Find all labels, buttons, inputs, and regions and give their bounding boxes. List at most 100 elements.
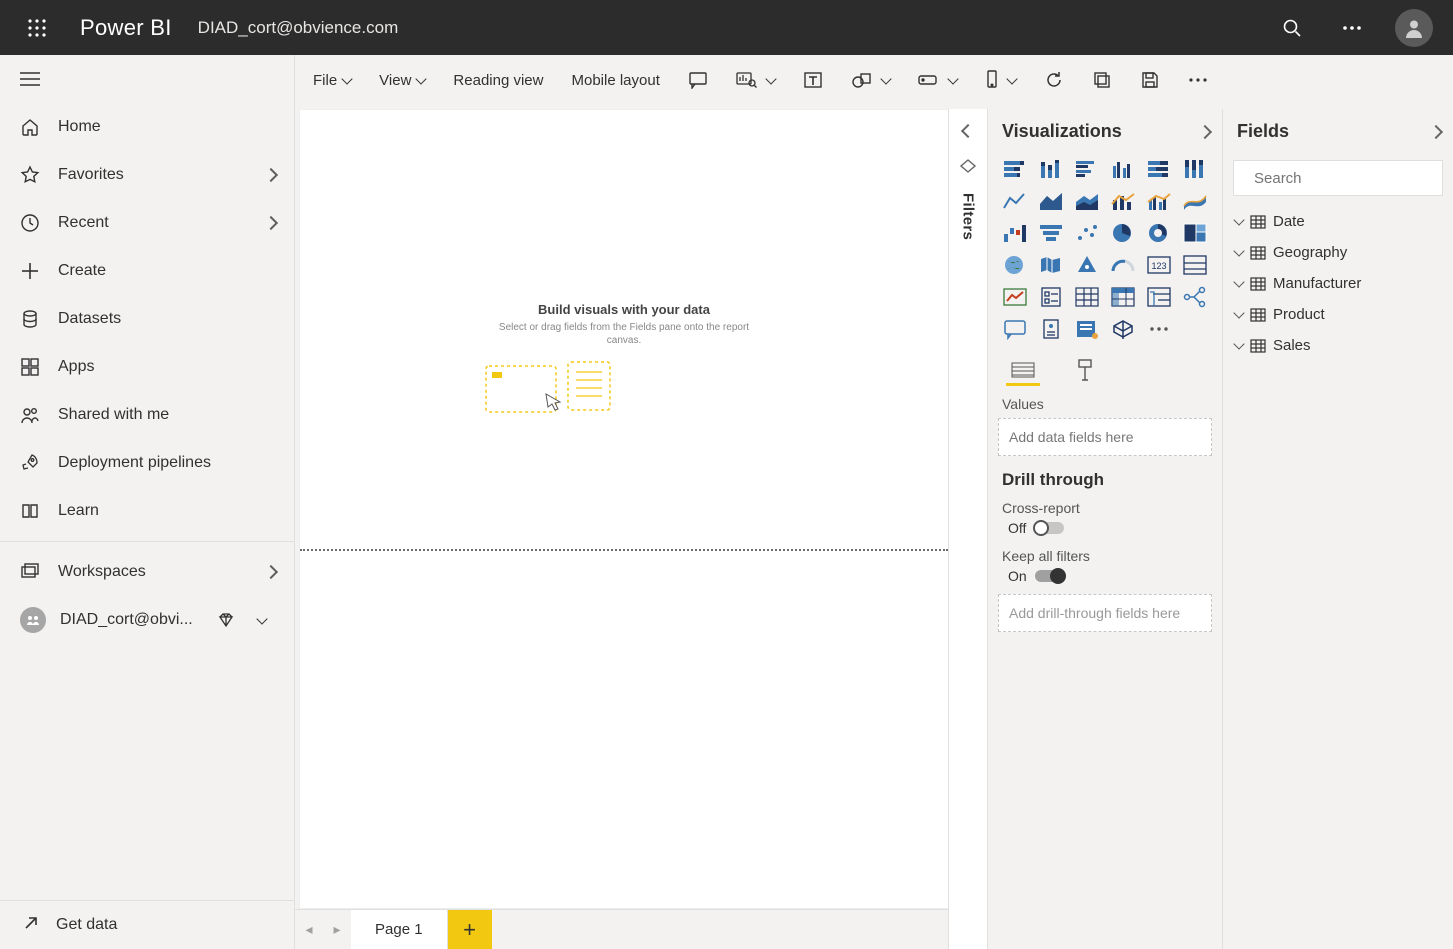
drillthrough-field-well[interactable]: Add drill-through fields here — [998, 594, 1212, 632]
gauge-icon[interactable] — [1108, 252, 1138, 278]
kpi-icon[interactable] — [1000, 284, 1030, 310]
cross-report-label: Cross-report — [1002, 500, 1208, 516]
page-tab[interactable]: Page 1 — [351, 910, 448, 949]
collapse-pane-icon[interactable] — [1431, 124, 1441, 140]
keep-filters-label: Keep all filters — [1002, 548, 1208, 564]
shapes-icon[interactable] — [847, 67, 894, 93]
app-launcher-icon[interactable] — [20, 11, 54, 45]
field-table[interactable]: Date — [1223, 206, 1453, 237]
textbox-icon[interactable] — [799, 67, 827, 93]
ribbon: File View Reading view Mobile layout — [295, 55, 1453, 105]
nav-recent[interactable]: Recent — [0, 199, 294, 247]
duplicate-icon[interactable] — [1088, 66, 1116, 94]
key-influencers-icon[interactable] — [1036, 316, 1066, 342]
more-icon[interactable] — [1335, 11, 1369, 45]
slicer-icon[interactable] — [1036, 284, 1066, 310]
nav-favorites[interactable]: Favorites — [0, 151, 294, 199]
qna-icon[interactable] — [1000, 316, 1030, 342]
nav-datasets[interactable]: Datasets — [0, 295, 294, 343]
user-avatar[interactable] — [1395, 9, 1433, 47]
nav-learn[interactable]: Learn — [0, 487, 294, 535]
values-field-well[interactable]: Add data fields here — [998, 418, 1212, 456]
report-canvas[interactable]: Build visuals with your data Select or d… — [299, 109, 948, 909]
field-table-label: Geography — [1273, 244, 1347, 261]
matrix-icon[interactable] — [1108, 284, 1138, 310]
clustered-bar-icon[interactable] — [1072, 156, 1102, 182]
nav-home[interactable]: Home — [0, 103, 294, 151]
fields-tab[interactable] — [1006, 356, 1040, 386]
nav-shared[interactable]: Shared with me — [0, 391, 294, 439]
format-tab[interactable] — [1068, 356, 1102, 386]
field-table-label: Sales — [1273, 337, 1311, 354]
keep-filters-toggle[interactable]: On — [1002, 568, 1065, 584]
nav-apps[interactable]: Apps — [0, 343, 294, 391]
field-table[interactable]: Product — [1223, 299, 1453, 330]
stacked-bar-icon[interactable] — [1000, 156, 1030, 182]
visual-interactions-icon[interactable] — [981, 66, 1020, 94]
save-icon[interactable] — [1136, 66, 1164, 94]
nav-get-data[interactable]: Get data — [0, 901, 294, 949]
card-icon[interactable]: 123 — [1144, 252, 1174, 278]
multirow-card-icon[interactable] — [1180, 252, 1210, 278]
table-icon — [1250, 277, 1266, 291]
tab-prev-icon[interactable]: ◂ — [295, 910, 323, 949]
filled-map-icon[interactable] — [1036, 252, 1066, 278]
add-page-button[interactable]: + — [448, 910, 492, 949]
100-stacked-column-icon[interactable] — [1180, 156, 1210, 182]
nav-collapse-toggle[interactable] — [0, 55, 294, 103]
donut-icon[interactable] — [1144, 220, 1174, 246]
bookmark-toggle-icon — [959, 157, 977, 175]
more-options-icon[interactable] — [1184, 73, 1212, 87]
r-visual-icon[interactable] — [1144, 284, 1174, 310]
explore-icon[interactable] — [732, 67, 779, 93]
stacked-column-icon[interactable] — [1036, 156, 1066, 182]
azure-map-icon[interactable] — [1072, 252, 1102, 278]
line-clustered-column-icon[interactable] — [1144, 188, 1174, 214]
map-icon[interactable] — [1000, 252, 1030, 278]
waterfall-icon[interactable] — [1000, 220, 1030, 246]
area-chart-icon[interactable] — [1036, 188, 1066, 214]
nav-pipelines[interactable]: Deployment pipelines — [0, 439, 294, 487]
field-table[interactable]: Sales — [1223, 330, 1453, 361]
nav-label: Workspaces — [58, 563, 248, 581]
smart-narrative-icon[interactable] — [1072, 316, 1102, 342]
nav-workspaces[interactable]: Workspaces — [0, 548, 294, 596]
filters-pane-collapsed[interactable]: Filters — [948, 109, 988, 949]
ribbon-chart-icon[interactable] — [1180, 188, 1210, 214]
ribbon-view[interactable]: View — [375, 68, 429, 93]
cross-report-toggle[interactable]: Off — [1002, 520, 1064, 536]
field-table[interactable]: Geography — [1223, 237, 1453, 268]
clustered-column-icon[interactable] — [1108, 156, 1138, 182]
ribbon-mobile-layout[interactable]: Mobile layout — [567, 68, 663, 93]
stacked-area-icon[interactable] — [1072, 188, 1102, 214]
tab-next-icon[interactable]: ▸ — [323, 910, 351, 949]
ribbon-file[interactable]: File — [309, 68, 355, 93]
search-icon[interactable] — [1275, 11, 1309, 45]
buttons-icon[interactable] — [914, 68, 961, 93]
collapse-pane-icon[interactable] — [1200, 124, 1210, 140]
python-visual-icon[interactable] — [1108, 316, 1138, 342]
funnel-icon[interactable] — [1036, 220, 1066, 246]
field-table-label: Product — [1273, 306, 1325, 323]
fields-search-input[interactable] — [1252, 169, 1453, 188]
comment-icon[interactable] — [684, 67, 712, 93]
scatter-icon[interactable] — [1072, 220, 1102, 246]
fields-search[interactable] — [1233, 160, 1443, 196]
decomposition-tree-icon[interactable] — [1180, 284, 1210, 310]
pie-icon[interactable] — [1108, 220, 1138, 246]
nav-create[interactable]: Create — [0, 247, 294, 295]
nav-label: Deployment pipelines — [58, 454, 276, 472]
ribbon-reading-view[interactable]: Reading view — [449, 68, 547, 93]
visualizations-pane: Visualizations — [988, 109, 1223, 949]
table-icon[interactable] — [1072, 284, 1102, 310]
field-table[interactable]: Manufacturer — [1223, 268, 1453, 299]
line-stacked-column-icon[interactable] — [1108, 188, 1138, 214]
header-breadcrumb[interactable]: DIAD_cort@obvience.com — [198, 18, 399, 38]
get-more-visuals-icon[interactable] — [1144, 316, 1174, 342]
100-stacked-bar-icon[interactable] — [1144, 156, 1174, 182]
treemap-icon[interactable] — [1180, 220, 1210, 246]
line-chart-icon[interactable] — [1000, 188, 1030, 214]
nav-current-workspace[interactable]: DIAD_cort@obvi... — [0, 596, 294, 644]
brand-title: Power BI — [80, 15, 172, 41]
refresh-icon[interactable] — [1040, 66, 1068, 94]
